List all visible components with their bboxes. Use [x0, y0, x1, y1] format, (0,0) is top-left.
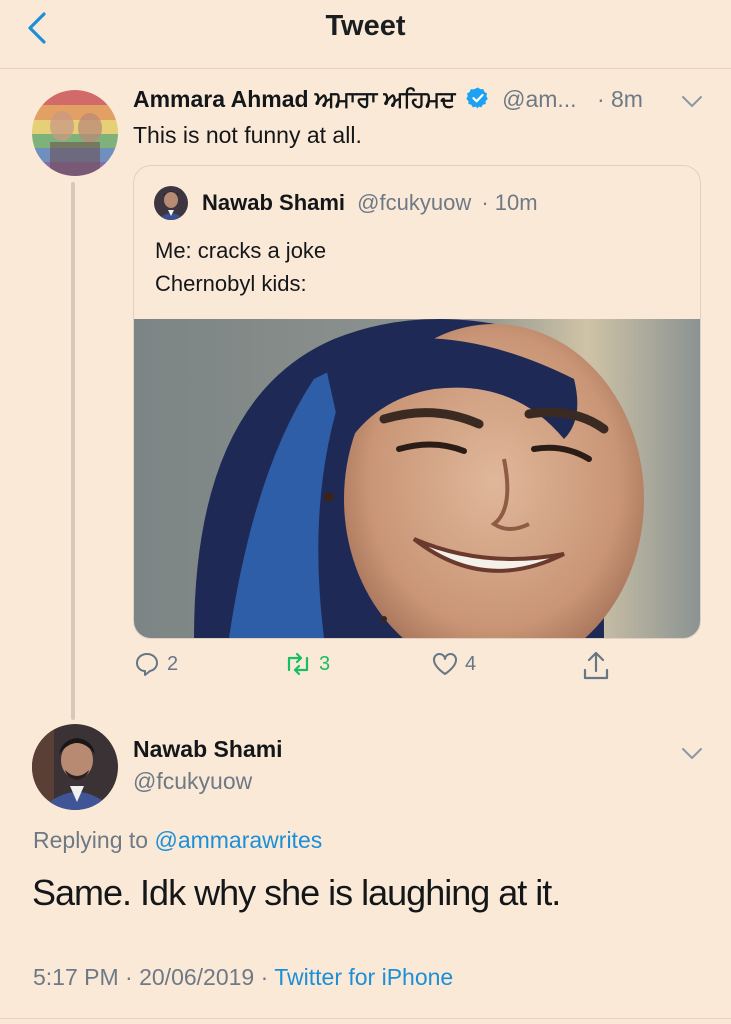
quoted-text-line: Chernobyl kids:: [155, 271, 307, 296]
replying-to-link[interactable]: @ammarawrites: [154, 827, 322, 853]
avatar: [154, 186, 188, 220]
reply-count: 2: [167, 652, 179, 675]
chevron-down-icon[interactable]: [680, 94, 704, 110]
like-button[interactable]: 4: [431, 650, 476, 678]
tweet-metadata: 5:17 PM · 20/06/2019 · Twitter for iPhon…: [33, 964, 453, 991]
reply-text: Same. Idk why she is laughing at it.: [32, 872, 561, 913]
reply-author-name[interactable]: Nawab Shami: [133, 736, 283, 763]
reply-button[interactable]: 2: [133, 650, 178, 678]
reply-icon: [136, 653, 158, 676]
retweet-icon: [287, 652, 309, 676]
quoted-tweet-text: Me: cracks a joke Chernobyl kids:: [155, 234, 326, 300]
author-name[interactable]: Ammara Ahmad ਅਮਾਰਾ ਅਹਿਮਦ: [133, 86, 455, 112]
verified-badge-icon: [466, 87, 488, 109]
avatar[interactable]: [32, 90, 118, 176]
tweet-text: This is not funny at all.: [133, 122, 362, 148]
quoted-text-line: Me: cracks a joke: [155, 238, 327, 263]
like-count: 4: [465, 652, 477, 675]
quoted-author-handle: @fcukyuow: [357, 190, 472, 215]
replying-to-line: Replying to @ammarawrites: [33, 827, 322, 854]
avatar[interactable]: [32, 724, 118, 810]
retweet-count: 3: [319, 652, 331, 675]
reply-author-handle[interactable]: @fcukyuow: [133, 768, 252, 795]
tweet-actions: 2 3 4: [133, 650, 693, 686]
tweet-author-row: Ammara Ahmad ਅਮਾਰਾ ਅਹਿਮਦ @am... · 8m: [133, 86, 643, 113]
quoted-tweet-card[interactable]: Nawab Shami @fcukyuow · 10m Me: cracks a…: [133, 165, 701, 639]
heart-icon: [433, 653, 457, 675]
page-title: Tweet: [325, 10, 406, 42]
chevron-down-icon[interactable]: [680, 746, 704, 762]
quoted-tweet-time: · 10m: [481, 190, 538, 215]
source-link[interactable]: Twitter for iPhone: [274, 964, 453, 990]
top-bar: Tweet: [0, 0, 731, 69]
share-icon: [583, 651, 609, 680]
quoted-author-name: Nawab Shami: [202, 190, 346, 215]
quoted-author-row: Nawab Shami @fcukyuow · 10m: [202, 190, 538, 216]
author-handle[interactable]: @am...: [502, 86, 576, 112]
tweet-time: · 8m: [596, 86, 643, 112]
timestamp: 5:17 PM · 20/06/2019 ·: [33, 964, 269, 990]
thread-connector: [71, 182, 75, 720]
quoted-media-image[interactable]: [134, 319, 700, 638]
share-button[interactable]: [581, 650, 617, 682]
retweet-button[interactable]: 3: [283, 650, 330, 678]
replying-prefix: Replying to: [33, 827, 149, 853]
divider: [0, 1018, 731, 1019]
